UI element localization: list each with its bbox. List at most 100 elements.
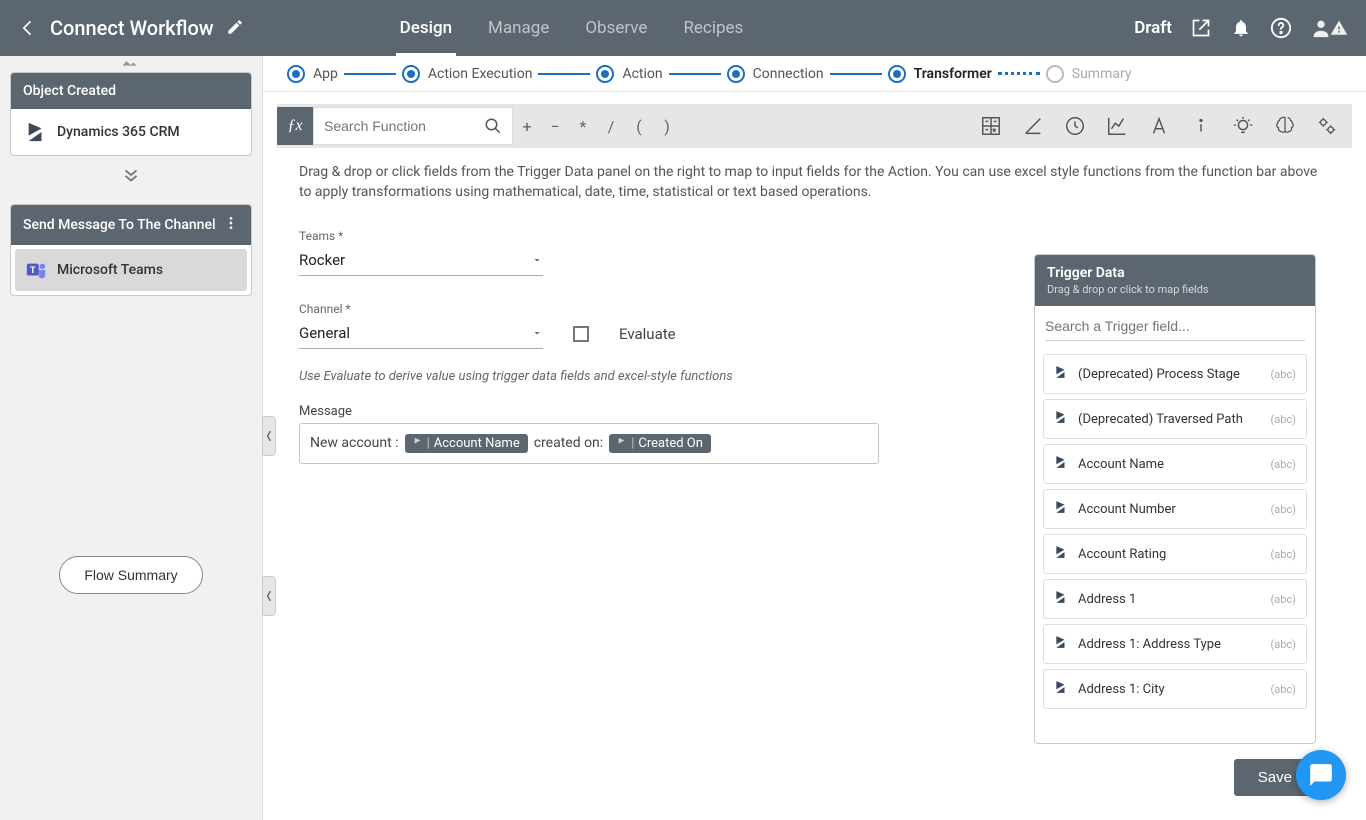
brain-icon[interactable] [1274,115,1296,137]
op-multiply[interactable]: * [569,117,597,136]
evaluate-label: Evaluate [619,325,676,343]
tab-manage[interactable]: Manage [484,0,553,56]
trigger-field-name: Address 1: Address Type [1078,637,1221,652]
teams-dropdown[interactable]: Rocker [299,247,543,276]
step-action[interactable]: Action [622,66,662,82]
tab-recipes[interactable]: Recipes [679,0,747,56]
chart-icon[interactable] [1106,115,1128,137]
text-icon[interactable] [1148,115,1170,137]
panel-collapse-handle-1[interactable] [262,416,276,456]
op-minus[interactable]: − [541,117,569,136]
function-toolbar: ƒx + − * / ( ) [277,104,1352,148]
trigger-card-title: Object Created [11,73,251,109]
step-indicator [1046,65,1064,83]
card-menu-icon[interactable] [223,215,239,235]
field-source-icon [1054,590,1068,608]
action-card[interactable]: Send Message To The Channel T Microsoft … [10,204,252,296]
token-source-icon [413,436,423,451]
angle-icon[interactable] [1022,115,1044,137]
trigger-field-item[interactable]: Account Number(abc) [1043,489,1307,529]
message-input[interactable]: New account : | Account Name created on:… [299,423,879,464]
field-source-icon [1054,545,1068,563]
fx-icon[interactable]: ƒx [277,107,313,145]
field-source-icon [1054,455,1068,473]
info-icon[interactable] [1190,115,1212,137]
trigger-field-name: Address 1: City [1078,682,1165,697]
step-summary[interactable]: Summary [1072,66,1132,82]
trigger-field-item[interactable]: Address 1(abc) [1043,579,1307,619]
function-search[interactable] [313,107,513,145]
trigger-field-item[interactable]: Address 1: Address Type(abc) [1043,624,1307,664]
idea-icon[interactable] [1232,115,1254,137]
dynamics-icon [25,121,47,143]
trigger-field-item[interactable]: Account Name (abc) [1043,444,1307,484]
token-source-icon [617,436,627,451]
tab-design[interactable]: Design [396,0,456,56]
gears-icon[interactable] [1316,115,1338,137]
tab-observe[interactable]: Observe [581,0,651,56]
warning-icon[interactable] [1328,17,1350,39]
trigger-panel-subtitle: Drag & drop or click to map fields [1047,283,1303,296]
field-source-icon [1054,410,1068,428]
trigger-field-type: (abc) [1270,368,1296,381]
trigger-panel-title: Trigger Data [1047,265,1303,281]
main-nav-tabs: Design Manage Observe Recipes [396,0,748,56]
channel-value: General [299,324,350,342]
flow-direction-icon[interactable] [10,164,252,190]
math-icon[interactable] [980,115,1002,137]
channel-dropdown[interactable]: General [299,320,543,349]
trigger-search-input[interactable] [1045,312,1305,341]
action-card-title: Send Message To The Channel [23,217,216,233]
step-indicator [287,65,305,83]
trigger-field-name: Account Rating [1078,547,1166,562]
step-indicator [888,65,906,83]
token-account-name[interactable]: | Account Name [405,434,528,453]
search-icon [484,117,502,135]
trigger-field-item[interactable]: Address 1: City (abc) [1043,669,1307,709]
workflow-status: Draft [1134,18,1172,38]
back-icon[interactable] [16,16,40,40]
evaluate-checkbox[interactable] [573,326,589,342]
collapse-top-icon[interactable] [121,54,141,66]
teams-label: Teams * [299,229,1330,243]
trigger-field-name: Account Name [1078,457,1164,472]
trigger-field-type: (abc) [1270,548,1296,561]
trigger-field-item[interactable]: (Deprecated) Process Stage(abc) [1043,354,1307,394]
svg-text:T: T [30,265,36,275]
trigger-field-list[interactable]: (Deprecated) Process Stage(abc) (Deprecat… [1035,347,1315,743]
flow-summary-button[interactable]: Flow Summary [59,556,202,594]
step-transformer[interactable]: Transformer [914,66,992,82]
trigger-field-type: (abc) [1270,683,1296,696]
op-paren-open[interactable]: ( [625,117,653,136]
edit-title-icon[interactable] [226,18,246,38]
clock-icon[interactable] [1064,115,1086,137]
trigger-field-type: (abc) [1270,458,1296,471]
step-connection[interactable]: Connection [753,66,824,82]
app-header: Connect Workflow Design Manage Observe R… [0,0,1366,56]
trigger-field-item[interactable]: (Deprecated) Traversed Path(abc) [1043,399,1307,439]
token-created-on[interactable]: | Created On [609,434,711,453]
notifications-icon[interactable] [1230,17,1252,39]
trigger-field-type: (abc) [1270,413,1296,426]
op-divide[interactable]: / [597,117,625,136]
trigger-app-name: Dynamics 365 CRM [57,124,180,140]
op-plus[interactable]: + [513,117,541,136]
trigger-field-item[interactable]: Account Rating (abc) [1043,534,1307,574]
step-action-execution[interactable]: Action Execution [428,66,533,82]
op-paren-close[interactable]: ) [653,117,681,136]
teams-value: Rocker [299,251,345,269]
panel-collapse-handle-2[interactable] [262,576,276,616]
teams-icon: T [25,259,47,281]
step-indicator [727,65,745,83]
step-progress-bar: App Action Execution Action Connection T… [263,56,1366,92]
trigger-field-type: (abc) [1270,503,1296,516]
open-external-icon[interactable] [1190,17,1212,39]
function-search-input[interactable] [324,118,474,134]
field-source-icon [1054,635,1068,653]
step-indicator [596,65,614,83]
step-app[interactable]: App [313,66,338,82]
field-source-icon [1054,365,1068,383]
trigger-card[interactable]: Object Created Dynamics 365 CRM [10,72,252,156]
chat-widget-icon[interactable] [1296,750,1346,800]
help-icon[interactable] [1270,17,1292,39]
